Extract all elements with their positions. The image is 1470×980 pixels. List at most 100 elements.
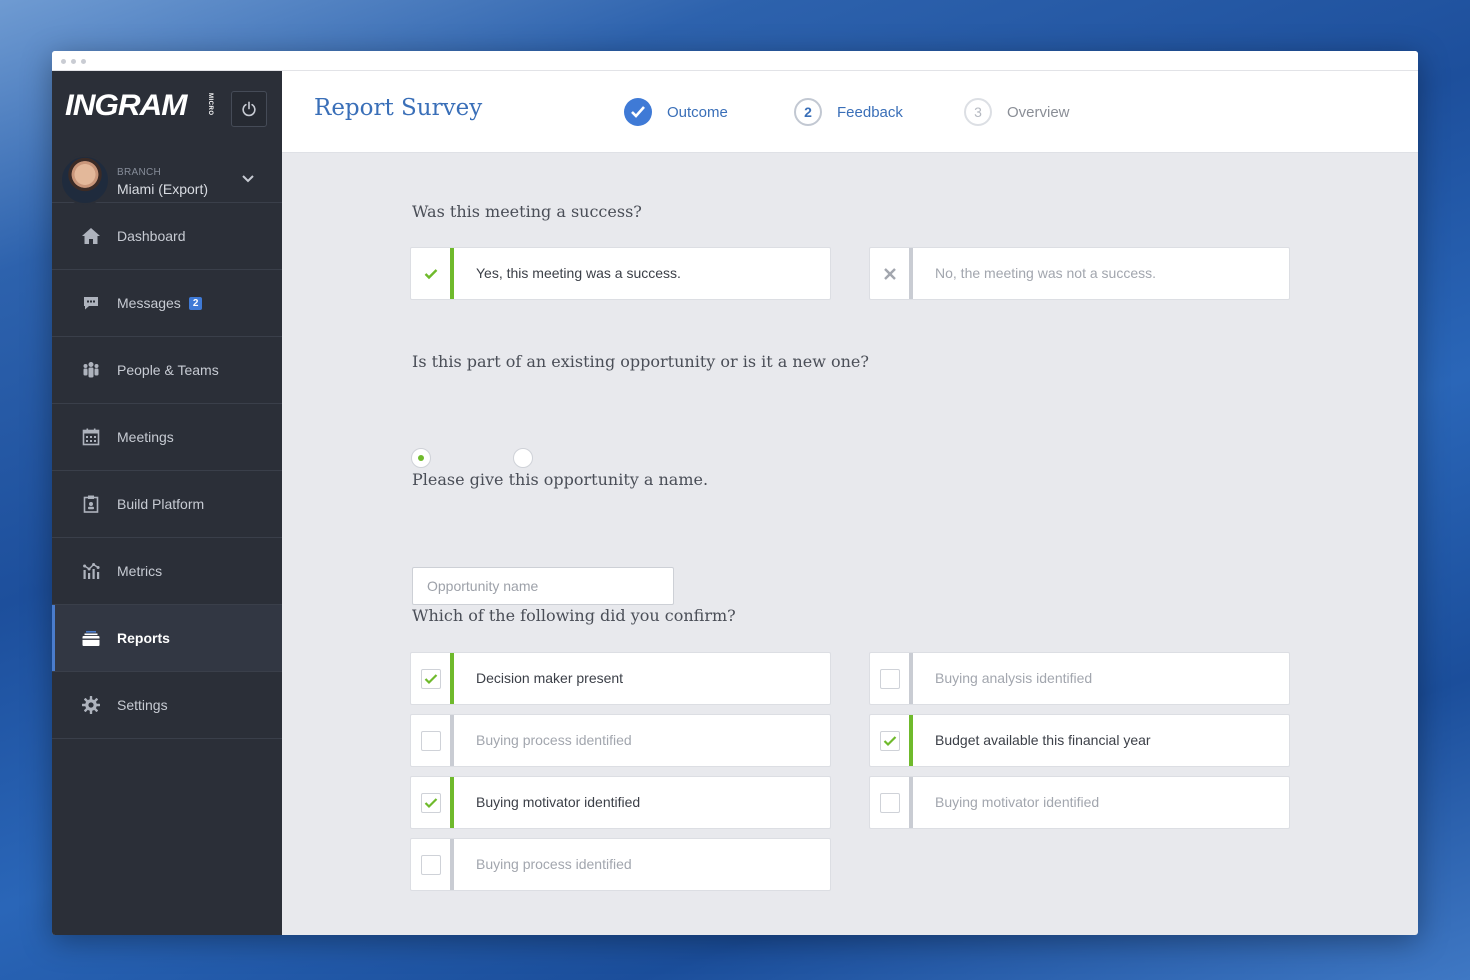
confirm-option[interactable]: Buying process identified: [410, 838, 831, 891]
checkmark-icon: [631, 106, 645, 118]
people-icon: [83, 362, 99, 378]
sidebar: INGRAM MICRO BRANCH Miami (Export) Dashb…: [52, 71, 282, 935]
app-window: INGRAM MICRO BRANCH Miami (Export) Dashb…: [52, 51, 1418, 935]
survey-content: Was this meeting a success? Yes, this me…: [282, 154, 1418, 935]
power-button[interactable]: [231, 91, 267, 127]
branch-label: BRANCH: [117, 167, 162, 178]
confirm-option[interactable]: Buying motivator identified: [410, 776, 831, 829]
close-icon: [883, 267, 896, 280]
window-dot: [61, 59, 66, 64]
sidebar-item-label: Meetings: [117, 429, 174, 445]
checkmark-icon: [424, 797, 437, 808]
checkbox-cell: [411, 715, 454, 766]
confirm-option-label: Budget available this financial year: [935, 732, 1151, 748]
sidebar-item-messages[interactable]: Messages 2: [52, 270, 282, 337]
sidebar-item-label: Dashboard: [117, 228, 186, 244]
radio-new-opportunity[interactable]: [513, 448, 533, 468]
question-meeting-success: Was this meeting a success?: [412, 202, 642, 221]
sidebar-item-dashboard[interactable]: Dashboard: [52, 203, 282, 270]
answer-label: Yes, this meeting was a success.: [476, 265, 681, 281]
answer-indicator: [870, 248, 913, 299]
sidebar-item-metrics[interactable]: Metrics: [52, 538, 282, 605]
confirm-option-label: Decision maker present: [476, 670, 624, 686]
checkmark-icon: [424, 673, 437, 684]
sidebar-item-label: Reports: [117, 630, 170, 646]
opportunity-name-input[interactable]: [412, 567, 674, 605]
answer-indicator: [411, 248, 454, 299]
step-label: Outcome: [667, 103, 728, 121]
checkbox-cell: [870, 653, 913, 704]
logo-subtext: MICRO: [207, 93, 213, 116]
window-dot: [71, 59, 76, 64]
confirm-option[interactable]: Buying motivator identified: [869, 776, 1290, 829]
checkmark-icon: [883, 735, 896, 746]
answer-yes-success[interactable]: Yes, this meeting was a success.: [410, 247, 831, 300]
sidebar-item-people-teams[interactable]: People & Teams: [52, 337, 282, 404]
reports-icon: [82, 631, 100, 646]
sidebar-item-label: People & Teams: [117, 362, 219, 378]
step-outcome[interactable]: Outcome: [624, 97, 728, 127]
logo: INGRAM: [65, 89, 187, 122]
checkbox[interactable]: [420, 854, 441, 875]
checkmark-icon: [424, 268, 437, 279]
step-feedback[interactable]: 2 Feedback: [794, 97, 903, 127]
confirm-option[interactable]: Budget available this financial year: [869, 714, 1290, 767]
sidebar-item-label: Settings: [117, 697, 168, 713]
metrics-icon: [83, 563, 100, 579]
page-title: Report Survey: [314, 95, 483, 121]
power-icon: [242, 101, 256, 117]
confirm-option[interactable]: Buying analysis identified: [869, 652, 1290, 705]
avatar[interactable]: [60, 155, 110, 205]
unread-badge: 2: [188, 297, 203, 310]
confirm-option[interactable]: Decision maker present: [410, 652, 831, 705]
question-opportunity-type: Is this part of an existing opportunity …: [412, 352, 869, 371]
sidebar-item-meetings[interactable]: Meetings: [52, 404, 282, 471]
step-label: Feedback: [837, 103, 903, 121]
step-number: 2: [794, 98, 822, 126]
gear-icon: [82, 696, 100, 714]
checkbox[interactable]: [879, 730, 900, 751]
sidebar-item-label: Metrics: [117, 563, 163, 579]
question-opportunity-name: Please give this opportunity a name.: [412, 470, 709, 489]
window-titlebar: [52, 51, 1418, 71]
home-icon: [82, 228, 100, 244]
checkbox[interactable]: [420, 730, 441, 751]
confirm-option-label: Buying motivator identified: [476, 794, 641, 810]
checkbox[interactable]: [420, 792, 441, 813]
step-complete-indicator: [624, 98, 652, 126]
radio-existing-opportunity[interactable]: [411, 448, 431, 468]
checkbox-cell: [870, 777, 913, 828]
question-confirmations: Which of the following did you confirm?: [412, 606, 736, 625]
confirm-option-label: Buying process identified: [476, 856, 632, 872]
sidebar-item-build-platform[interactable]: Build Platform: [52, 471, 282, 538]
checkbox-cell: [870, 715, 913, 766]
answer-label: No, the meeting was not a success.: [935, 265, 1156, 281]
checkbox-cell: [411, 777, 454, 828]
confirm-option-label: Buying motivator identified: [935, 794, 1100, 810]
clipboard-icon: [83, 495, 99, 513]
confirm-option-label: Buying process identified: [476, 732, 632, 748]
calendar-icon: [82, 428, 100, 446]
checkbox[interactable]: [879, 792, 900, 813]
checkbox[interactable]: [420, 668, 441, 689]
confirm-option[interactable]: Buying process identified: [410, 714, 831, 767]
checkbox-cell: [411, 653, 454, 704]
sidebar-item-label: Messages 2: [117, 295, 203, 311]
branch-dropdown[interactable]: [241, 171, 255, 189]
step-number: 3: [964, 98, 992, 126]
sidebar-nav: Dashboard Messages 2 People & Teams Meet…: [52, 203, 282, 739]
branch-name[interactable]: Miami (Export): [117, 181, 208, 197]
sidebar-item-label: Build Platform: [117, 496, 205, 512]
chevron-down-icon: [242, 175, 254, 183]
page-header: Report Survey Outcome 2 Feedback 3 Overv…: [282, 71, 1418, 153]
sidebar-item-reports[interactable]: Reports: [52, 605, 282, 672]
answer-no-success[interactable]: No, the meeting was not a success.: [869, 247, 1290, 300]
window-dot: [81, 59, 86, 64]
confirm-option-label: Buying analysis identified: [935, 670, 1093, 686]
sidebar-item-text: Messages: [117, 295, 181, 311]
sidebar-item-settings[interactable]: Settings: [52, 672, 282, 739]
checkbox[interactable]: [879, 668, 900, 689]
checkbox-cell: [411, 839, 454, 890]
step-label: Overview: [1007, 103, 1070, 121]
step-overview[interactable]: 3 Overview: [964, 97, 1070, 127]
